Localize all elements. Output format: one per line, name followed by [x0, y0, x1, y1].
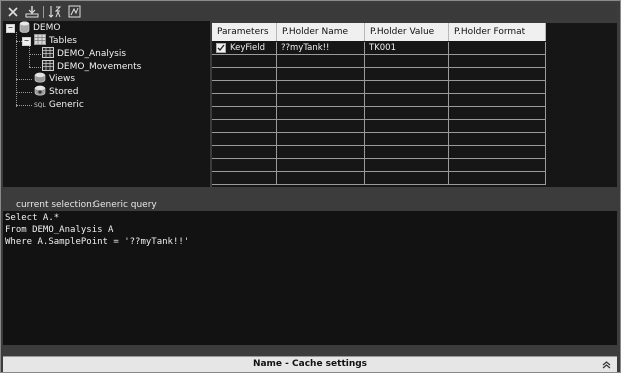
schema-tree: − DEMO − Tables DEMO_Analysis DEMO_Movem…: [3, 21, 210, 187]
cache-settings-bar[interactable]: Name - Cache settings: [3, 356, 617, 372]
tables-folder-icon: [34, 34, 46, 48]
table-row[interactable]: [212, 172, 546, 185]
tree-label-tables: Tables: [49, 36, 77, 46]
query-line: Select A.*: [5, 213, 60, 223]
tree-label-views: Views: [49, 74, 76, 84]
tree-label-stored: Stored: [49, 87, 79, 97]
table-row[interactable]: [212, 146, 546, 159]
tree-node-demo[interactable]: DEMO: [19, 21, 61, 36]
column-header-pholder-value[interactable]: P.Holder Value: [365, 23, 449, 41]
export-icon[interactable]: [66, 4, 82, 19]
table-row[interactable]: [212, 94, 546, 107]
toolbar: [3, 3, 617, 20]
tree-label-demo-analysis: DEMO_Analysis: [57, 49, 127, 59]
table-row[interactable]: [212, 107, 546, 120]
query-editor[interactable]: Select A.* From DEMO_Analysis A Where A.…: [3, 211, 617, 345]
cell-pholder-value[interactable]: TK001: [365, 42, 449, 55]
checkbox-checked-icon[interactable]: [216, 43, 226, 53]
table-row[interactable]: KeyField ??myTank!! TK001: [212, 42, 546, 55]
close-icon[interactable]: [5, 4, 21, 19]
parameters-grid: Parameters P.Holder Name P.Holder Value …: [212, 23, 617, 187]
query-line: Where A.SamplePoint = '??myTank!!': [5, 237, 190, 247]
stored-procedure-icon: [34, 85, 46, 99]
chevron-up-icon[interactable]: [601, 359, 611, 370]
query-line: From DEMO_Analysis A: [5, 225, 114, 235]
table-row[interactable]: [212, 55, 546, 68]
tree-label-generic: Generic: [48, 100, 84, 110]
tree-node-generic[interactable]: SQL Generic: [34, 99, 84, 111]
cell-parameter[interactable]: KeyField: [212, 42, 277, 55]
tables-expander[interactable]: −: [22, 37, 31, 46]
tree-node-stored[interactable]: Stored: [34, 85, 79, 99]
demo-expander[interactable]: −: [6, 24, 15, 33]
connect-icon[interactable]: [24, 4, 40, 19]
table-row[interactable]: [212, 120, 546, 133]
cell-pholder-format[interactable]: [449, 42, 546, 55]
table-row[interactable]: [212, 133, 546, 146]
cell-parameter-text: KeyField: [230, 43, 266, 53]
current-selection-label: current selection:: [16, 200, 95, 210]
views-icon: [34, 72, 46, 86]
column-header-parameters[interactable]: Parameters: [212, 23, 277, 41]
tree-node-demo-analysis[interactable]: DEMO_Analysis: [42, 47, 127, 61]
main-window: − DEMO − Tables DEMO_Analysis DEMO_Movem…: [0, 0, 621, 373]
toolbar-separator: [43, 6, 44, 18]
column-header-pholder-format[interactable]: P.Holder Format: [449, 23, 546, 41]
sort-icon[interactable]: [47, 4, 63, 19]
sql-icon: SQL: [34, 101, 46, 109]
column-header-pholder-name[interactable]: P.Holder Name: [277, 23, 365, 41]
current-selection-value: Generic query: [93, 200, 157, 210]
tree-label-demo-movements: DEMO_Movements: [57, 62, 142, 72]
cell-pholder-name[interactable]: ??myTank!!: [277, 42, 365, 55]
tree-node-demo-movements[interactable]: DEMO_Movements: [42, 60, 142, 73]
tree-node-tables[interactable]: Tables: [34, 34, 77, 48]
table-row[interactable]: [212, 68, 546, 81]
table-row[interactable]: [212, 81, 546, 94]
table-icon: [42, 47, 54, 61]
tree-label-demo: DEMO: [33, 23, 61, 33]
table-row[interactable]: [212, 159, 546, 172]
tree-node-views[interactable]: Views: [34, 72, 76, 86]
database-icon: [19, 21, 30, 36]
grid-header: Parameters P.Holder Name P.Holder Value …: [212, 23, 546, 41]
cache-settings-title: Name - Cache settings: [252, 359, 368, 369]
